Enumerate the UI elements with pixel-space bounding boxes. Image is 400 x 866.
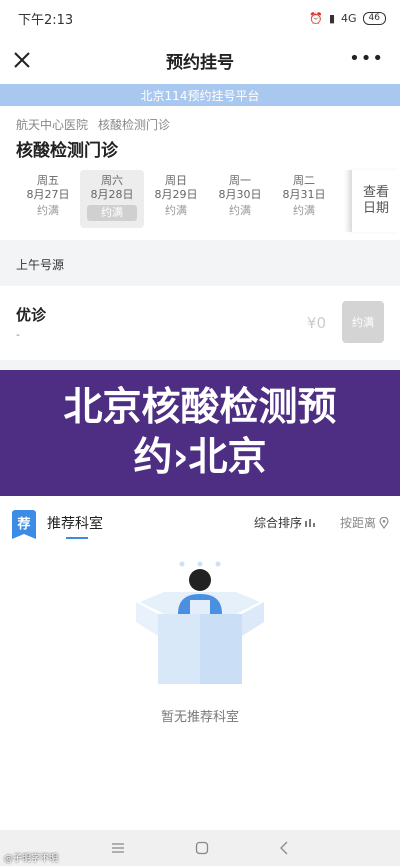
date-weekday: 周一: [229, 174, 251, 187]
recommend-card: 荐 推荐科室 综合排序 按距离 暂无推荐科室: [0, 496, 400, 830]
network-label: 4G: [341, 11, 357, 25]
close-icon[interactable]: [10, 48, 34, 72]
date-cell[interactable]: 周日 8月29日 约满: [144, 170, 208, 228]
status-bar: 下午2:13 ⏰ ▮ 4G 46: [0, 0, 400, 36]
slot-sub: -: [16, 328, 20, 341]
location-icon: [379, 516, 389, 529]
breadcrumb: 航天中心医院 核酸检测门诊: [16, 116, 170, 133]
nav-bar: 预约挂号 •••: [0, 36, 400, 84]
date-day: 8月30日: [218, 188, 262, 201]
date-day: 8月31日: [282, 188, 326, 201]
distance-label: 按距离: [339, 516, 376, 530]
platform-banner: 北京114预约挂号平台: [0, 84, 400, 106]
system-nav-bar: [0, 830, 400, 866]
home-icon[interactable]: [195, 841, 209, 855]
view-dates-label: 查看日期: [362, 185, 389, 216]
section-morning: 上午号源: [0, 250, 400, 278]
date-scroll-fade: [344, 170, 352, 232]
slot-card: 优诊 - ¥0 约满: [0, 286, 400, 360]
date-cell[interactable]: 周二 8月31日 约满: [272, 170, 336, 228]
battery-icon: 46: [362, 11, 386, 25]
date-status: 约满: [37, 204, 59, 217]
back-icon[interactable]: [279, 841, 289, 855]
date-weekday: 周二: [293, 174, 315, 187]
date-cell[interactable]: 周一 8月30日 约满: [208, 170, 272, 228]
page-title: 预约挂号: [166, 52, 234, 73]
date-status: 约满: [229, 204, 251, 217]
date-day: 8月29日: [154, 188, 198, 201]
alarm-icon: ⏰: [309, 11, 323, 25]
distance-button[interactable]: 按距离: [340, 514, 390, 531]
tab-indicator: [66, 537, 88, 539]
hospital-card: 航天中心医院 核酸检测门诊 核酸检测门诊 周五 8月27日 约满 周六 8月28…: [0, 106, 400, 240]
date-day: 8月27日: [26, 188, 70, 201]
more-icon[interactable]: •••: [349, 50, 384, 68]
date-day: 8月28日: [90, 188, 134, 201]
menu-icon[interactable]: [111, 842, 125, 854]
date-cell[interactable]: 周五 8月27日 约满: [16, 170, 80, 228]
date-cell-selected[interactable]: 周六 8月28日 约满: [80, 170, 144, 228]
breadcrumb-department[interactable]: 核酸检测门诊: [98, 116, 170, 133]
date-weekday: 周五: [37, 174, 59, 187]
empty-illustration: [136, 561, 264, 684]
sort-icon: [305, 518, 315, 527]
signal-icon: ▮: [328, 11, 336, 25]
date-weekday: 周六: [101, 174, 123, 187]
slot-price: ¥0: [306, 314, 326, 332]
sort-button[interactable]: 综合排序: [254, 514, 316, 531]
date-status: 约满: [165, 204, 187, 217]
book-button[interactable]: 约满: [342, 301, 384, 343]
overlay-title: 北京核酸检测预约›北京: [63, 385, 337, 480]
sort-label: 综合排序: [253, 516, 302, 530]
recommend-icon: 荐: [12, 510, 36, 539]
date-weekday: 周日: [165, 174, 187, 187]
overlay-banner: 北京核酸检测预约›北京: [0, 370, 400, 496]
slot-name: 优诊: [16, 306, 47, 324]
date-status: 约满: [293, 204, 315, 217]
status-time: 下午2:13: [18, 12, 74, 28]
tab-recommend[interactable]: 推荐科室: [47, 513, 103, 533]
date-selector: 周五 8月27日 约满 周六 8月28日 约满 周日 8月29日 约满 周一 8…: [0, 170, 350, 232]
breadcrumb-hospital[interactable]: 航天中心医院: [16, 116, 88, 133]
department-title: 核酸检测门诊: [16, 141, 118, 161]
date-status: 约满: [87, 205, 137, 221]
view-dates-button[interactable]: 查看日期: [352, 170, 400, 232]
status-icons: ⏰ ▮ 4G 46: [309, 11, 386, 25]
empty-state-text: 暂无推荐科室: [160, 710, 239, 725]
watermark: @子明字不明: [4, 854, 59, 864]
